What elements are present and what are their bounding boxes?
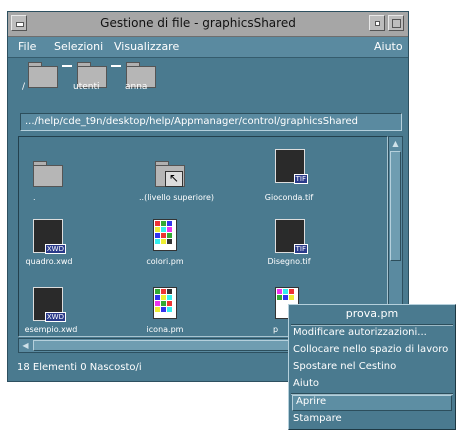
- file-type-tag: TIF: [293, 174, 308, 184]
- file-item[interactable]: .: [23, 155, 103, 211]
- menu-bar: File Selezioni Visualizzare Aiuto: [8, 37, 408, 58]
- menu-item-aprire[interactable]: Aprire: [292, 395, 452, 411]
- menu-aiuto[interactable]: Aiuto: [374, 40, 403, 53]
- scroll-up-icon[interactable]: ▲: [390, 138, 401, 149]
- menu-item-modificare-autorizzazioni[interactable]: Modificare autorizzazioni...: [293, 327, 427, 338]
- file-item[interactable]: TIF Gioconda.tif: [259, 147, 339, 203]
- path-folder-root[interactable]: [28, 62, 58, 88]
- path-label-utenti: utenti: [73, 82, 100, 92]
- context-menu-title: prova.pm: [345, 307, 399, 320]
- scroll-left-icon[interactable]: ◀: [20, 340, 31, 351]
- file-label: ..(livello superiore): [139, 193, 214, 202]
- file-item[interactable]: icona.pm: [139, 285, 219, 336]
- path-label-root: /: [22, 82, 26, 92]
- status-text: 18 Elementi 0 Nascosto/i: [17, 362, 142, 373]
- window-menu-icon: [16, 22, 24, 27]
- file-label: esempio.xwd: [24, 325, 78, 334]
- minimize-button[interactable]: [369, 15, 385, 31]
- pixmap-icon: [153, 287, 177, 319]
- file-label: quadro.xwd: [25, 257, 73, 266]
- folder-body: [33, 165, 63, 187]
- file-item[interactable]: TIF Disegno.tif: [259, 217, 339, 273]
- menu-item-spostare-cestino[interactable]: Spostare nel Cestino: [293, 361, 396, 372]
- path-field[interactable]: .../help/cde_t9n/desktop/help/Appmanager…: [20, 113, 402, 131]
- menu-item-aiuto[interactable]: Aiuto: [293, 378, 319, 389]
- vertical-scroll-thumb[interactable]: [390, 151, 401, 261]
- file-type-tag: TIF: [293, 244, 308, 254]
- image-tif-icon: TIF: [275, 219, 308, 254]
- file-item[interactable]: XWD quadro.xwd: [23, 217, 103, 273]
- file-label: colori.pm: [146, 257, 184, 266]
- window-title: Gestione di file - graphicsShared: [100, 16, 296, 30]
- context-menu: prova.pm Modificare autorizzazioni... Co…: [288, 304, 456, 430]
- file-item[interactable]: XWD esempio.xwd: [23, 285, 103, 336]
- file-item[interactable]: colori.pm: [139, 217, 219, 273]
- menu-item-stampare[interactable]: Stampare: [293, 413, 342, 424]
- minimize-icon: [375, 21, 380, 26]
- menu-file[interactable]: File: [18, 40, 36, 53]
- menu-selezioni[interactable]: Selezioni: [54, 40, 103, 53]
- menu-visualizzare[interactable]: Visualizzare: [114, 40, 179, 53]
- path-field-text: .../help/cde_t9n/desktop/help/Appmanager…: [25, 116, 358, 127]
- file-label: .: [33, 193, 36, 202]
- menu-item-collocare[interactable]: Collocare nello spazio di lavoro: [293, 344, 448, 355]
- file-label: icona.pm: [146, 325, 184, 334]
- folder-icon: [33, 161, 63, 187]
- file-label: Disegno.tif: [267, 257, 311, 266]
- file-type-tag: XWD: [44, 312, 66, 322]
- file-type-tag: XWD: [44, 244, 66, 254]
- file-label: Gioconda.tif: [264, 193, 314, 202]
- path-label-anna: anna: [125, 82, 148, 92]
- up-arrow-icon: ↖: [165, 171, 183, 187]
- image-xwd-icon: XWD: [33, 219, 66, 254]
- title-bar[interactable]: Gestione di file - graphicsShared: [8, 12, 408, 37]
- folder-body: [28, 66, 58, 88]
- menu-separator: [291, 324, 453, 326]
- pixmap-icon: [153, 219, 177, 251]
- maximize-icon: [392, 19, 401, 28]
- path-connector: [111, 65, 121, 67]
- window-menu-button[interactable]: [11, 15, 27, 31]
- path-connector: [62, 65, 72, 67]
- file-item[interactable]: ↖ ..(livello superiore): [139, 155, 259, 211]
- maximize-button[interactable]: [388, 15, 404, 31]
- image-xwd-icon: XWD: [33, 287, 66, 322]
- image-tif-icon: TIF: [275, 149, 308, 184]
